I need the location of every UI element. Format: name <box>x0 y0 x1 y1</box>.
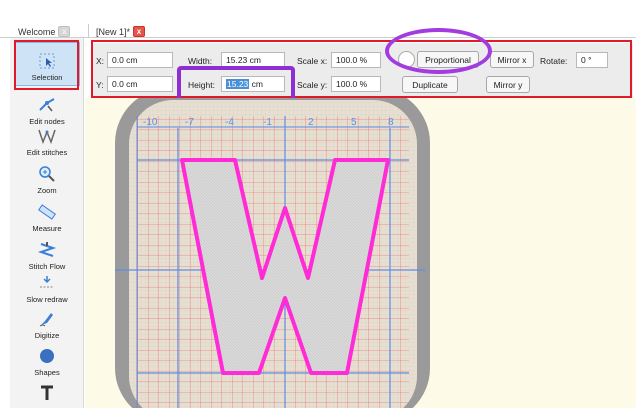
tab-bar: Welcome x [New 1]* x <box>0 0 636 38</box>
zoom-icon <box>36 164 58 184</box>
edit-stitches-icon <box>36 126 58 146</box>
tool-text[interactable] <box>14 364 80 408</box>
ruler-label: -7 <box>185 117 194 128</box>
edit-nodes-icon <box>36 95 58 115</box>
tab-welcome[interactable]: Welcome x <box>18 24 71 39</box>
proportional-highlight-ellipse <box>385 28 492 74</box>
ruler-label: 5 <box>351 117 357 128</box>
stitch-flow-icon <box>36 240 58 260</box>
tab-new1[interactable]: [New 1]* x <box>96 24 146 39</box>
ruler-label: -1 <box>263 117 272 128</box>
tab-divider <box>88 24 89 38</box>
close-icon[interactable]: x <box>133 26 146 37</box>
ruler-label: -4 <box>225 117 234 128</box>
tab-new1-label: [New 1]* <box>96 26 131 37</box>
height-highlight-box <box>177 66 295 102</box>
measure-icon <box>36 202 58 222</box>
tab-welcome-label: Welcome <box>18 26 56 37</box>
close-icon[interactable]: x <box>58 26 71 37</box>
letter-w-text: W <box>85 98 86 99</box>
shapes-icon <box>36 346 58 366</box>
selection-highlight-box <box>14 40 79 90</box>
ruler-label: 8 <box>388 117 394 128</box>
ruler-label: -10 <box>143 117 158 128</box>
slow-redraw-icon <box>36 273 58 293</box>
properties-highlight-box <box>91 40 632 98</box>
ruler-label: 2 <box>308 117 314 128</box>
canvas-svg: -10 -7 -4 -1 2 5 8 W <box>85 98 430 408</box>
digitize-icon <box>36 309 58 329</box>
text-icon <box>36 383 58 403</box>
tool-sidebar: Selection Edit nodes Edit stitches Zoom … <box>10 38 84 408</box>
design-canvas[interactable]: -10 -7 -4 -1 2 5 8 W <box>85 98 636 408</box>
